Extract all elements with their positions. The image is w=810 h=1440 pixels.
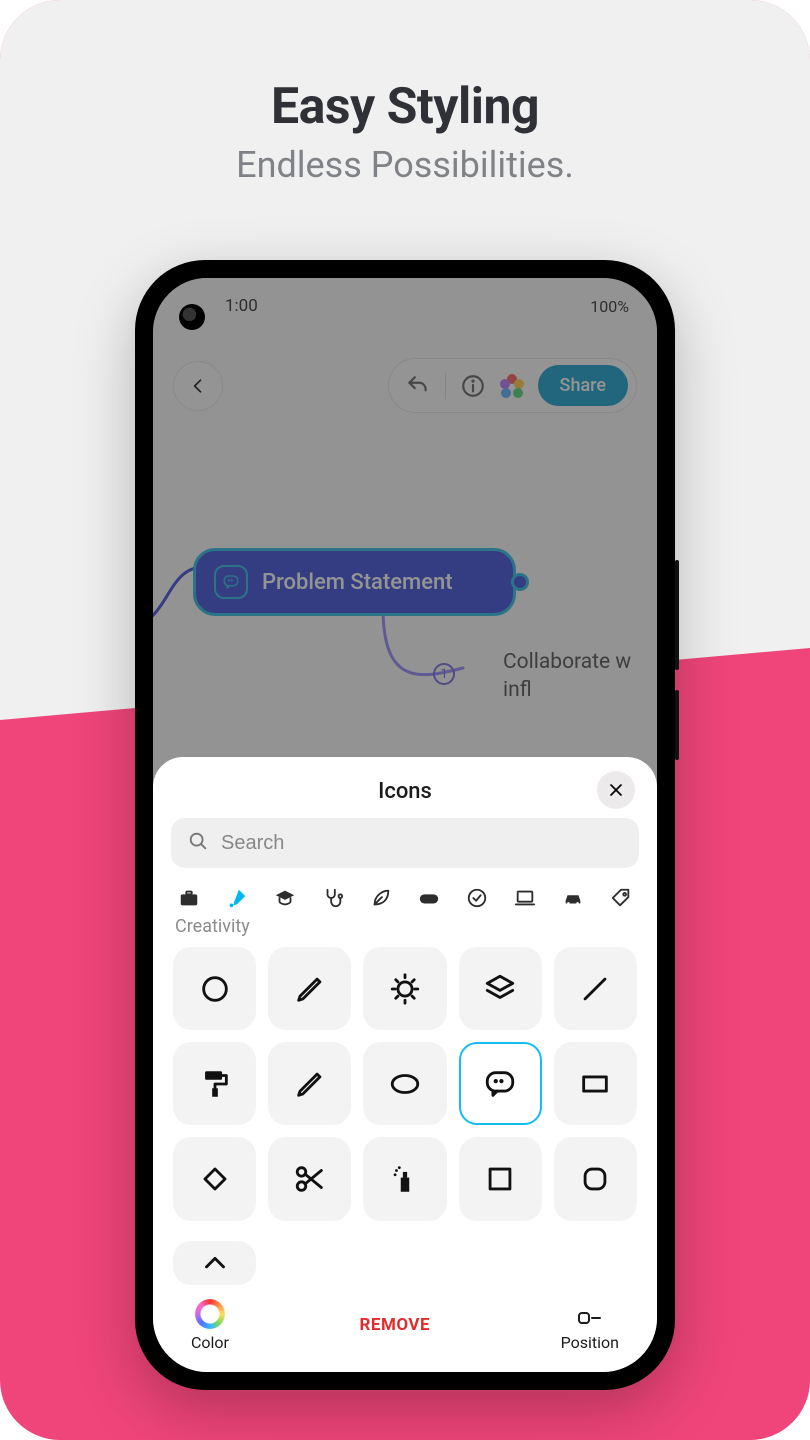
category-gamepad[interactable] (415, 884, 443, 912)
icon-rounded-square[interactable] (554, 1137, 637, 1220)
icons-sheet: Icons (153, 757, 657, 1372)
icon-layers[interactable] (459, 947, 542, 1030)
category-section-label: Creativity (171, 916, 639, 943)
category-car[interactable] (559, 884, 587, 912)
icon-lightbulb[interactable] (363, 947, 446, 1030)
icon-paint-roller[interactable] (173, 1042, 256, 1125)
icon-ellipse[interactable] (363, 1042, 446, 1125)
status-time: 1:00 (225, 296, 258, 316)
category-tabs (171, 878, 639, 918)
search-bar[interactable] (171, 818, 639, 868)
icon-square[interactable] (459, 1137, 542, 1220)
top-toolbar: Share (388, 358, 637, 413)
marketing-title: Easy Styling (0, 78, 810, 136)
icon-scissors[interactable] (268, 1137, 351, 1220)
icon-spray[interactable] (363, 1137, 446, 1220)
color-button[interactable]: Color (191, 1299, 229, 1352)
icon-pencil-alt[interactable] (268, 1042, 351, 1125)
category-stethoscope[interactable] (319, 884, 347, 912)
icon-quote-bubble[interactable] (459, 1042, 542, 1125)
info-icon[interactable] (460, 373, 486, 399)
sheet-title: Icons (378, 779, 432, 804)
icon-row-cutoff[interactable] (173, 1241, 256, 1285)
category-graduation[interactable] (271, 884, 299, 912)
search-input[interactable] (221, 832, 623, 855)
icon-rectangle-wide[interactable] (554, 1042, 637, 1125)
phone-frame: 1:00 100% (135, 260, 675, 1390)
back-button[interactable] (173, 361, 223, 411)
icon-grid (171, 943, 639, 1225)
close-button[interactable] (597, 771, 635, 809)
icon-diamond[interactable] (173, 1137, 256, 1220)
category-tag[interactable] (607, 884, 635, 912)
category-briefcase[interactable] (175, 884, 203, 912)
category-check-circle[interactable] (463, 884, 491, 912)
branch-index-badge: 1 (433, 663, 455, 685)
category-paint[interactable] (223, 884, 251, 912)
position-button[interactable]: Position (561, 1309, 619, 1352)
front-camera (179, 304, 205, 330)
mindmap-node[interactable]: Problem Statement (193, 548, 516, 616)
marketing-heading: Easy Styling Endless Possibilities. (0, 78, 810, 186)
search-icon (187, 830, 209, 856)
icon-circle[interactable] (173, 947, 256, 1030)
quote-bubble-icon (214, 565, 248, 599)
color-ring-icon (195, 1299, 225, 1329)
status-bar: 1:00 100% (153, 278, 657, 334)
home-indicator[interactable] (330, 1357, 480, 1362)
node-connector[interactable] (511, 573, 529, 591)
battery-pct: 100% (590, 297, 629, 316)
category-leaf[interactable] (367, 884, 395, 912)
marketing-subtitle: Endless Possibilities. (0, 144, 810, 186)
icon-slash[interactable] (554, 947, 637, 1030)
share-button[interactable]: Share (538, 365, 628, 406)
position-icon (577, 1309, 603, 1329)
branch-node-text[interactable]: Collaborate w infl (503, 648, 631, 705)
icon-pencil[interactable] (268, 947, 351, 1030)
remove-button[interactable]: REMOVE (360, 1315, 431, 1335)
node-label: Problem Statement (262, 570, 453, 595)
category-laptop[interactable] (511, 884, 539, 912)
undo-icon[interactable] (405, 373, 431, 399)
flower-icon[interactable] (500, 374, 524, 398)
